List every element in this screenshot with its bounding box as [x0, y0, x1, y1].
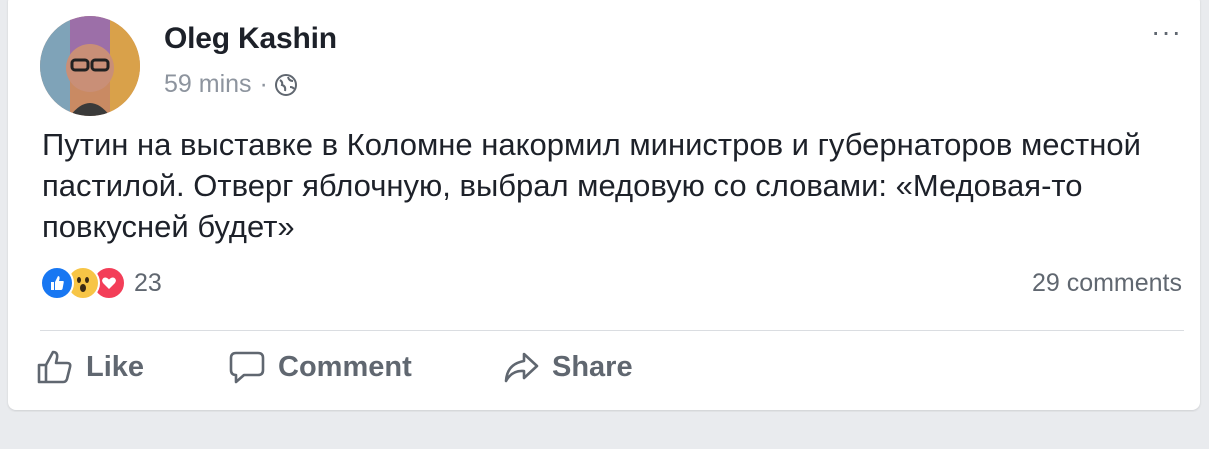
like-label: Like [86, 350, 145, 383]
comment-bubble-icon [228, 348, 266, 386]
share-label: Share [552, 350, 633, 383]
reaction-count: 23 [134, 268, 162, 297]
thumbs-up-icon [36, 348, 74, 386]
share-button[interactable]: Share [502, 344, 633, 390]
post-card: Oleg Kashin 59 mins · ··· Путин на выста… [8, 0, 1200, 410]
comment-label: Comment [278, 350, 412, 383]
divider [40, 330, 1184, 331]
meta-separator: · [259, 70, 268, 98]
author-name[interactable]: Oleg Kashin [164, 22, 337, 56]
avatar[interactable] [40, 16, 140, 116]
share-arrow-icon [502, 348, 540, 386]
like-button[interactable]: Like [36, 344, 144, 390]
globe-icon[interactable] [274, 73, 298, 97]
post-meta: 59 mins · [164, 70, 298, 99]
post-text: Путин на выставке в Коломне накормил мин… [42, 127, 1141, 244]
feed-background [0, 412, 1209, 449]
more-options-icon[interactable]: ··· [1151, 16, 1182, 48]
reactions-summary[interactable]: 23 [40, 266, 162, 300]
comment-button[interactable]: Comment [228, 344, 412, 390]
like-reaction-icon [40, 266, 74, 300]
post-timestamp[interactable]: 59 mins [164, 70, 252, 99]
comments-count[interactable]: 29 comments [1032, 269, 1182, 298]
